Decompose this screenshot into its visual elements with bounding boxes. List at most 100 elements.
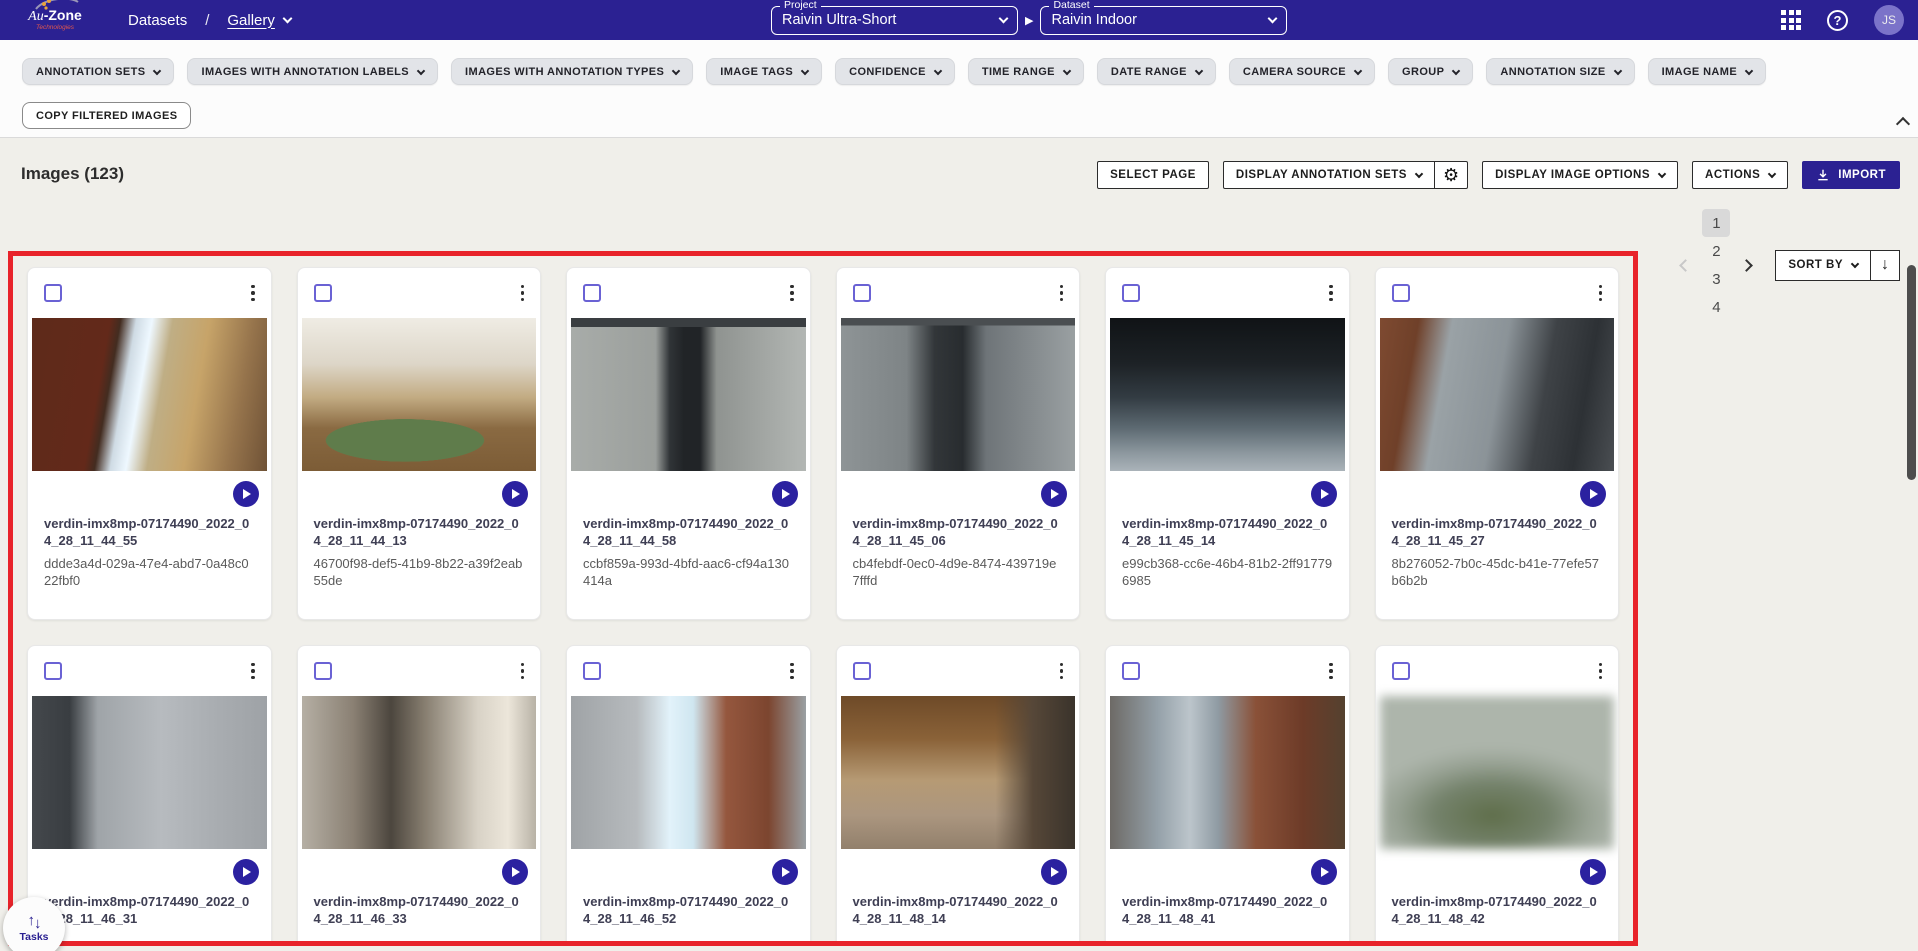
image-checkbox[interactable] (1392, 284, 1410, 302)
image-name[interactable]: verdin-imx8mp-07174490_2022_04_28_11_44_… (583, 516, 794, 549)
kebab-menu-icon[interactable] (1054, 279, 1070, 308)
dataset-select[interactable]: Dataset Raivin Indoor (1040, 6, 1287, 35)
kebab-menu-icon[interactable] (1593, 657, 1609, 686)
play-button[interactable] (502, 859, 528, 885)
play-button[interactable] (1041, 481, 1067, 507)
image-thumbnail[interactable] (1380, 696, 1615, 849)
next-page-chevron-icon[interactable] (1741, 259, 1754, 272)
image-name[interactable]: verdin-imx8mp-07174490_2022_04_28_11_46_… (44, 894, 255, 927)
page-numbers: 1234 (1698, 209, 1734, 321)
kebab-menu-icon[interactable] (784, 657, 800, 686)
image-thumbnail[interactable] (1110, 696, 1345, 849)
user-avatar[interactable]: JS (1874, 5, 1904, 35)
sort-by-button[interactable]: SORT BY (1776, 251, 1870, 280)
import-button[interactable]: IMPORT (1802, 161, 1900, 189)
filter-chip[interactable]: DATE RANGE (1097, 58, 1216, 85)
filter-chip[interactable]: ANNOTATION SIZE (1486, 58, 1634, 85)
play-button[interactable] (502, 481, 528, 507)
image-thumbnail[interactable] (571, 318, 806, 471)
image-thumbnail[interactable] (302, 318, 537, 471)
image-checkbox[interactable] (44, 662, 62, 680)
help-icon[interactable]: ? (1827, 10, 1848, 31)
vertical-scrollbar-thumb[interactable] (1907, 265, 1916, 480)
image-thumbnail[interactable] (1380, 318, 1615, 471)
image-thumbnail[interactable] (32, 696, 267, 849)
breadcrumb-gallery-dropdown[interactable]: Gallery (227, 12, 291, 29)
image-name[interactable]: verdin-imx8mp-07174490_2022_04_28_11_46_… (314, 894, 525, 927)
filter-chip[interactable]: IMAGE TAGS (706, 58, 822, 85)
kebab-menu-icon[interactable] (245, 657, 261, 686)
image-thumbnail[interactable] (1110, 318, 1345, 471)
kebab-menu-icon[interactable] (245, 279, 261, 308)
image-name[interactable]: verdin-imx8mp-07174490_2022_04_28_11_45_… (1392, 516, 1603, 549)
breadcrumb-datasets[interactable]: Datasets (128, 12, 187, 29)
filter-chip-label: CONFIDENCE (849, 66, 926, 78)
kebab-menu-icon[interactable] (1593, 279, 1609, 308)
display-image-options-button[interactable]: DISPLAY IMAGE OPTIONS (1482, 161, 1678, 189)
page-number-2[interactable]: 2 (1702, 237, 1730, 265)
image-thumbnail[interactable] (841, 318, 1076, 471)
image-thumbnail[interactable] (32, 318, 267, 471)
apps-grid-icon[interactable] (1781, 10, 1801, 30)
image-name[interactable]: verdin-imx8mp-07174490_2022_04_28_11_48_… (1122, 894, 1333, 927)
image-checkbox[interactable] (314, 284, 332, 302)
filter-chip[interactable]: ANNOTATION SETS (22, 58, 174, 85)
image-name[interactable]: verdin-imx8mp-07174490_2022_04_28_11_45_… (853, 516, 1064, 549)
image-thumbnail[interactable] (571, 696, 806, 849)
image-name[interactable]: verdin-imx8mp-07174490_2022_04_28_11_45_… (1122, 516, 1333, 549)
image-checkbox[interactable] (853, 662, 871, 680)
kebab-menu-icon[interactable] (515, 279, 531, 308)
page-number-1[interactable]: 1 (1702, 209, 1730, 237)
filter-chip[interactable]: IMAGES WITH ANNOTATION LABELS (187, 58, 438, 85)
play-button[interactable] (1311, 859, 1337, 885)
collapse-filters-chevron-up-icon[interactable] (1896, 117, 1910, 131)
sort-direction-button[interactable]: ↓ (1870, 251, 1899, 280)
tasks-button[interactable]: ↑↓ Tasks (3, 897, 65, 951)
kebab-menu-icon[interactable] (515, 657, 531, 686)
image-checkbox[interactable] (44, 284, 62, 302)
play-button[interactable] (1580, 859, 1606, 885)
play-button[interactable] (1580, 481, 1606, 507)
annotation-sets-settings-button[interactable]: ⚙ (1434, 162, 1467, 188)
image-checkbox[interactable] (1122, 284, 1140, 302)
image-name[interactable]: verdin-imx8mp-07174490_2022_04_28_11_48_… (1392, 894, 1603, 927)
actions-button[interactable]: ACTIONS (1692, 161, 1788, 189)
kebab-menu-icon[interactable] (1054, 657, 1070, 686)
play-button[interactable] (233, 481, 259, 507)
filter-chip[interactable]: IMAGES WITH ANNOTATION TYPES (451, 58, 693, 85)
play-icon (1321, 489, 1329, 499)
copy-filtered-images-button[interactable]: COPY FILTERED IMAGES (22, 102, 191, 129)
image-checkbox[interactable] (314, 662, 332, 680)
image-name[interactable]: verdin-imx8mp-07174490_2022_04_28_11_48_… (853, 894, 1064, 927)
project-select[interactable]: Project Raivin Ultra-Short (771, 6, 1018, 35)
image-checkbox[interactable] (583, 662, 601, 680)
select-page-button[interactable]: SELECT PAGE (1097, 161, 1209, 189)
image-checkbox[interactable] (853, 284, 871, 302)
filter-chip[interactable]: CAMERA SOURCE (1229, 58, 1375, 85)
kebab-menu-icon[interactable] (784, 279, 800, 308)
image-name[interactable]: verdin-imx8mp-07174490_2022_04_28_11_46_… (583, 894, 794, 927)
filter-chip[interactable]: TIME RANGE (968, 58, 1084, 85)
filter-chip[interactable]: CONFIDENCE (835, 58, 955, 85)
page-number-3[interactable]: 3 (1702, 265, 1730, 293)
page-number-4[interactable]: 4 (1702, 293, 1730, 321)
previous-page-chevron-icon[interactable] (1680, 259, 1693, 272)
play-button[interactable] (1311, 481, 1337, 507)
filter-chip[interactable]: IMAGE NAME (1648, 58, 1767, 85)
play-button[interactable] (772, 859, 798, 885)
image-thumbnail[interactable] (302, 696, 537, 849)
kebab-menu-icon[interactable] (1323, 657, 1339, 686)
image-checkbox[interactable] (583, 284, 601, 302)
image-name[interactable]: verdin-imx8mp-07174490_2022_04_28_11_44_… (44, 516, 255, 549)
image-thumbnail[interactable] (841, 696, 1076, 849)
image-checkbox[interactable] (1392, 662, 1410, 680)
app-logo[interactable]: Au-Zone Technologies (16, 8, 94, 32)
display-annotation-sets-button[interactable]: DISPLAY ANNOTATION SETS (1224, 162, 1434, 188)
play-button[interactable] (772, 481, 798, 507)
play-button[interactable] (233, 859, 259, 885)
image-checkbox[interactable] (1122, 662, 1140, 680)
filter-chip[interactable]: GROUP (1388, 58, 1473, 85)
image-name[interactable]: verdin-imx8mp-07174490_2022_04_28_11_44_… (314, 516, 525, 549)
kebab-menu-icon[interactable] (1323, 279, 1339, 308)
play-button[interactable] (1041, 859, 1067, 885)
